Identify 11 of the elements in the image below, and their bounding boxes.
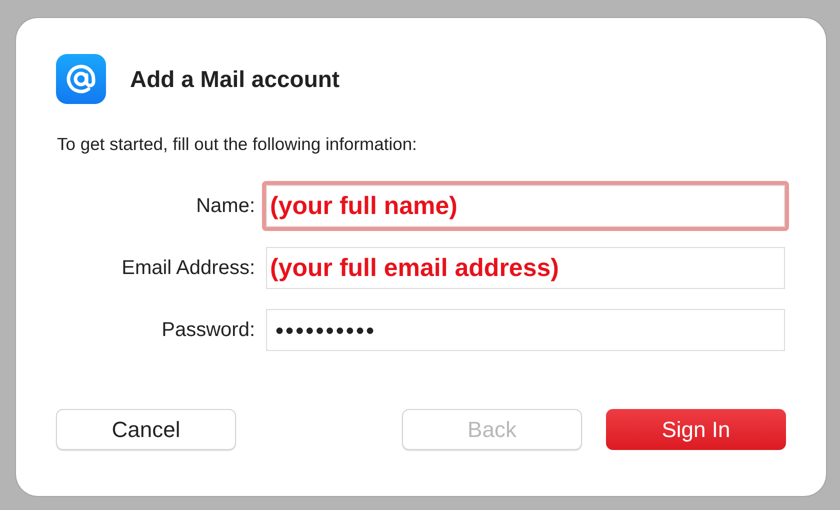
button[interactable]: Cancel [56, 409, 236, 450]
field-label: Password: [160, 318, 255, 342]
instruction-text: To get started, fill out the following information: [57, 134, 418, 155]
input-field[interactable]: (your full name) [262, 181, 789, 231]
primary-button[interactable]: Sign In [606, 409, 786, 450]
field-label: Email Address: [120, 256, 255, 280]
input-field[interactable]: (your full email address) [266, 247, 785, 289]
field-label: Name: [195, 194, 255, 218]
dialog-title: Add a Mail account [130, 66, 340, 92]
at-sign-app-icon [56, 54, 106, 104]
password-field[interactable]: ●●●●●●●●●● [266, 309, 785, 351]
